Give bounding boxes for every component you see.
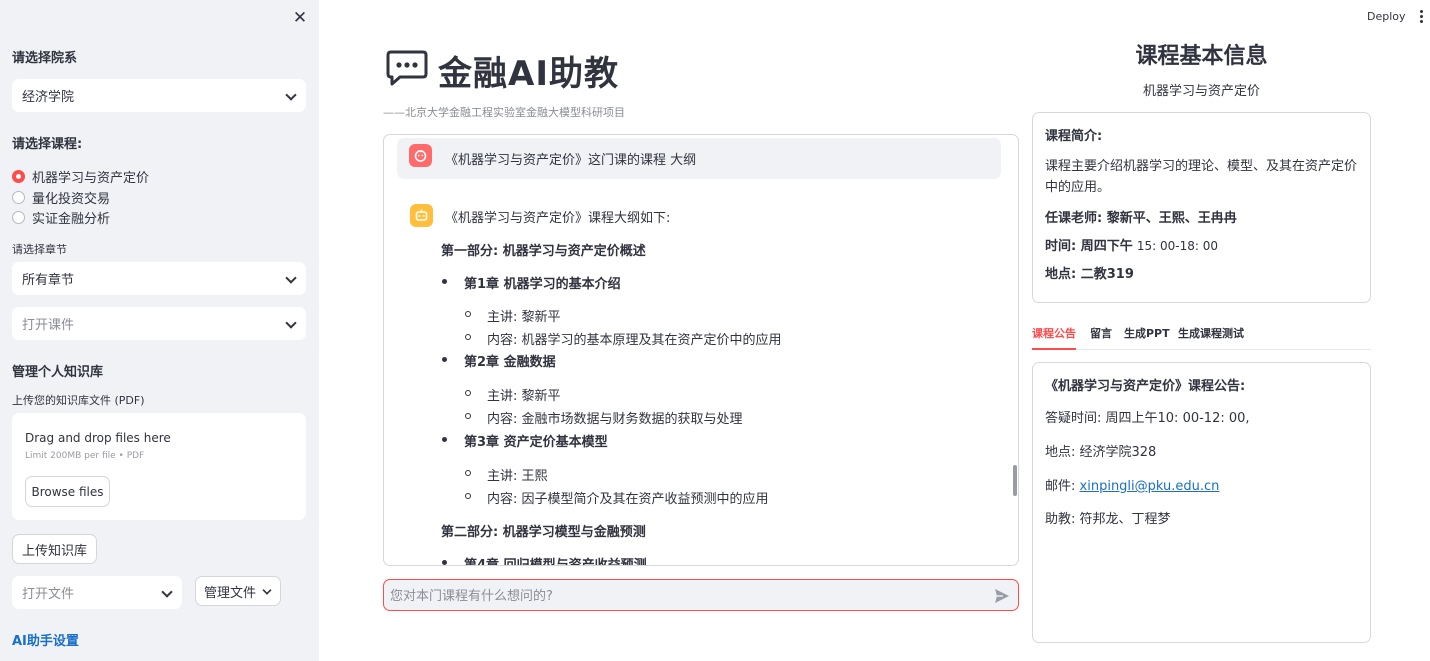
intro-text-line1: 课程主要介绍机器学习的理论、模型、及其在资产定价 xyxy=(1045,159,1358,174)
send-icon[interactable] xyxy=(993,587,1011,605)
outline-ch2-lecturer: 主讲: 黎新平 xyxy=(487,389,561,404)
radio-icon xyxy=(12,190,25,204)
tab-bar: 课程公告 留言 生成PPT 生成课程测试 xyxy=(1032,318,1371,350)
tab-generate-test[interactable]: 生成课程测试 xyxy=(1178,325,1244,341)
department-value: 经济学院 xyxy=(22,90,75,105)
chapter-value: 所有章节 xyxy=(22,273,75,288)
outline-chapter-2: 第2章 金融数据 xyxy=(464,355,556,370)
department-select[interactable]: 经济学院 xyxy=(12,79,306,112)
department-label: 请选择院系 xyxy=(12,51,78,66)
intro-text-line2: 中的应用。 xyxy=(1045,180,1111,195)
course-option-label: 量化投资交易 xyxy=(32,191,111,207)
chapter-label: 请选择章节 xyxy=(12,243,67,256)
outline-chapter-4: 第4章 回归模型与资产收益预测 xyxy=(464,558,647,566)
outline-ch1-content: 内容: 机器学习的基本原理及其在资产定价中的应用 xyxy=(487,333,782,348)
tab-message[interactable]: 留言 xyxy=(1090,325,1112,341)
course-intro-card: 课程简介: 课程主要介绍机器学习的理论、模型、及其在资产定价 中的应用。 任课老… xyxy=(1032,112,1371,303)
kb-label: 管理个人知识库 xyxy=(12,365,104,380)
email-label: 邮件: xyxy=(1045,479,1076,494)
ta-info: 助教: 符邦龙、丁程梦 xyxy=(1045,512,1171,527)
outline-ch3-content: 内容: 因子模型简介及其在资产收益预测中的应用 xyxy=(487,492,769,507)
browse-files-button[interactable]: Browse files xyxy=(25,476,110,507)
courseware-select[interactable]: 打开课件 xyxy=(12,307,306,340)
tab-announcement[interactable]: 课程公告 xyxy=(1032,325,1076,341)
manage-files-button[interactable]: 管理文件 xyxy=(195,576,281,606)
speech-bubble-icon xyxy=(386,50,428,86)
upload-label: 上传您的知识库文件 (PDF) xyxy=(12,394,145,407)
chevron-down-icon xyxy=(162,588,172,598)
announcement-title: 《机器学习与资产定价》课程公告: xyxy=(1045,379,1246,394)
sub-bullet-icon xyxy=(465,493,471,499)
bot-message-intro: 《机器学习与资产定价》课程大纲如下: xyxy=(445,211,671,226)
sub-bullet-icon xyxy=(465,470,471,476)
outline-part-1: 第一部分: 机器学习与资产定价概述 xyxy=(441,244,646,259)
location-info: 地点: 二教319 xyxy=(1045,267,1134,282)
chat-input-box[interactable] xyxy=(383,579,1019,611)
close-icon[interactable]: ✕ xyxy=(292,10,308,27)
course-radio-1[interactable]: 量化投资交易 xyxy=(12,188,111,207)
user-avatar-icon xyxy=(409,144,432,167)
sub-bullet-icon xyxy=(465,390,471,396)
course-info-title: 课程基本信息 xyxy=(1135,44,1268,69)
bullet-icon xyxy=(442,279,447,284)
course-label: 请选择课程: xyxy=(12,137,83,152)
page-title: 金融AI助教 xyxy=(438,54,619,94)
bullet-icon xyxy=(442,437,447,442)
user-message-text: 《机器学习与资产定价》这门课的课程 大纲 xyxy=(445,153,697,168)
intro-label: 课程简介: xyxy=(1045,129,1103,144)
email-row: 邮件: xinpingli@pku.edu.cn xyxy=(1045,475,1219,494)
time-info: 时间: 周四下午 15: 00-18: 00 xyxy=(1045,235,1218,254)
course-option-label: 机器学习与资产定价 xyxy=(32,170,150,186)
course-radio-0[interactable]: 机器学习与资产定价 xyxy=(12,167,150,186)
email-link[interactable]: xinpingli@pku.edu.cn xyxy=(1080,479,1220,494)
outline-part-2: 第二部分: 机器学习模型与金融预测 xyxy=(441,525,646,540)
courseware-placeholder: 打开课件 xyxy=(22,318,75,333)
open-file-placeholder: 打开文件 xyxy=(22,587,75,602)
more-menu-icon[interactable] xyxy=(1418,10,1424,24)
outline-ch3-lecturer: 主讲: 王熙 xyxy=(487,469,548,484)
course-name: 机器学习与资产定价 xyxy=(1142,84,1260,99)
sub-bullet-icon xyxy=(465,334,471,340)
bullet-icon xyxy=(442,357,447,362)
chevron-down-icon xyxy=(263,587,271,595)
announcement-location: 地点: 经济学院328 xyxy=(1045,445,1157,460)
chapter-select[interactable]: 所有章节 xyxy=(12,262,306,295)
outline-ch2-content: 内容: 金融市场数据与财务数据的获取与处理 xyxy=(487,412,743,427)
tab-active-indicator xyxy=(1032,348,1076,350)
page-subtitle: ——北京大学金融工程实验室金融大模型科研项目 xyxy=(383,106,625,119)
chat-history[interactable]: 《机器学习与资产定价》这门课的课程 大纲 《机器学习与资产定价》课程大纲如下: … xyxy=(383,134,1019,566)
radio-icon xyxy=(12,210,25,224)
outline-chapter-1: 第1章 机器学习的基本介绍 xyxy=(464,277,621,292)
radio-selected-icon xyxy=(12,169,25,183)
time-label: 时间: 周四下午 xyxy=(1045,239,1133,254)
file-dropzone[interactable]: Drag and drop files here Limit 200MB per… xyxy=(12,413,306,520)
qa-time: 答疑时间: 周四上午10: 00-12: 00, xyxy=(1045,411,1250,426)
chevron-down-icon xyxy=(286,274,296,284)
chat-input[interactable] xyxy=(390,584,970,608)
sub-bullet-icon xyxy=(465,311,471,317)
bot-avatar-icon xyxy=(410,204,433,227)
upload-kb-button[interactable]: 上传知识库 xyxy=(12,534,97,564)
dropzone-title: Drag and drop files here xyxy=(25,431,171,445)
tab-generate-ppt[interactable]: 生成PPT xyxy=(1124,325,1170,341)
dropzone-limit: Limit 200MB per file • PDF xyxy=(25,451,145,461)
sidebar: ✕ 请选择院系 经济学院 请选择课程: 机器学习与资产定价 量化投资交易 实证金… xyxy=(0,0,319,661)
chat-scrollbar[interactable] xyxy=(1013,465,1017,496)
bullet-icon xyxy=(442,560,447,565)
open-file-select[interactable]: 打开文件 xyxy=(12,576,182,609)
chevron-down-icon xyxy=(286,91,296,101)
course-option-label: 实证金融分析 xyxy=(32,211,111,227)
teacher-info: 任课老师: 黎新平、王熙、王冉冉 xyxy=(1045,211,1237,226)
chevron-down-icon xyxy=(286,319,296,329)
manage-files-label: 管理文件 xyxy=(203,585,256,601)
sub-bullet-icon xyxy=(465,413,471,419)
user-message: 《机器学习与资产定价》这门课的课程 大纲 xyxy=(397,138,1001,179)
time-value: 15: 00-18: 00 xyxy=(1136,239,1218,253)
outline-chapter-3: 第3章 资产定价基本模型 xyxy=(464,435,608,450)
outline-ch1-lecturer: 主讲: 黎新平 xyxy=(487,310,561,325)
course-radio-2[interactable]: 实证金融分析 xyxy=(12,208,111,227)
deploy-button[interactable]: Deploy xyxy=(1367,10,1406,23)
ai-settings-link[interactable]: AI助手设置 xyxy=(12,630,79,649)
announcement-card: 《机器学习与资产定价》课程公告: 答疑时间: 周四上午10: 00-12: 00… xyxy=(1032,362,1371,643)
